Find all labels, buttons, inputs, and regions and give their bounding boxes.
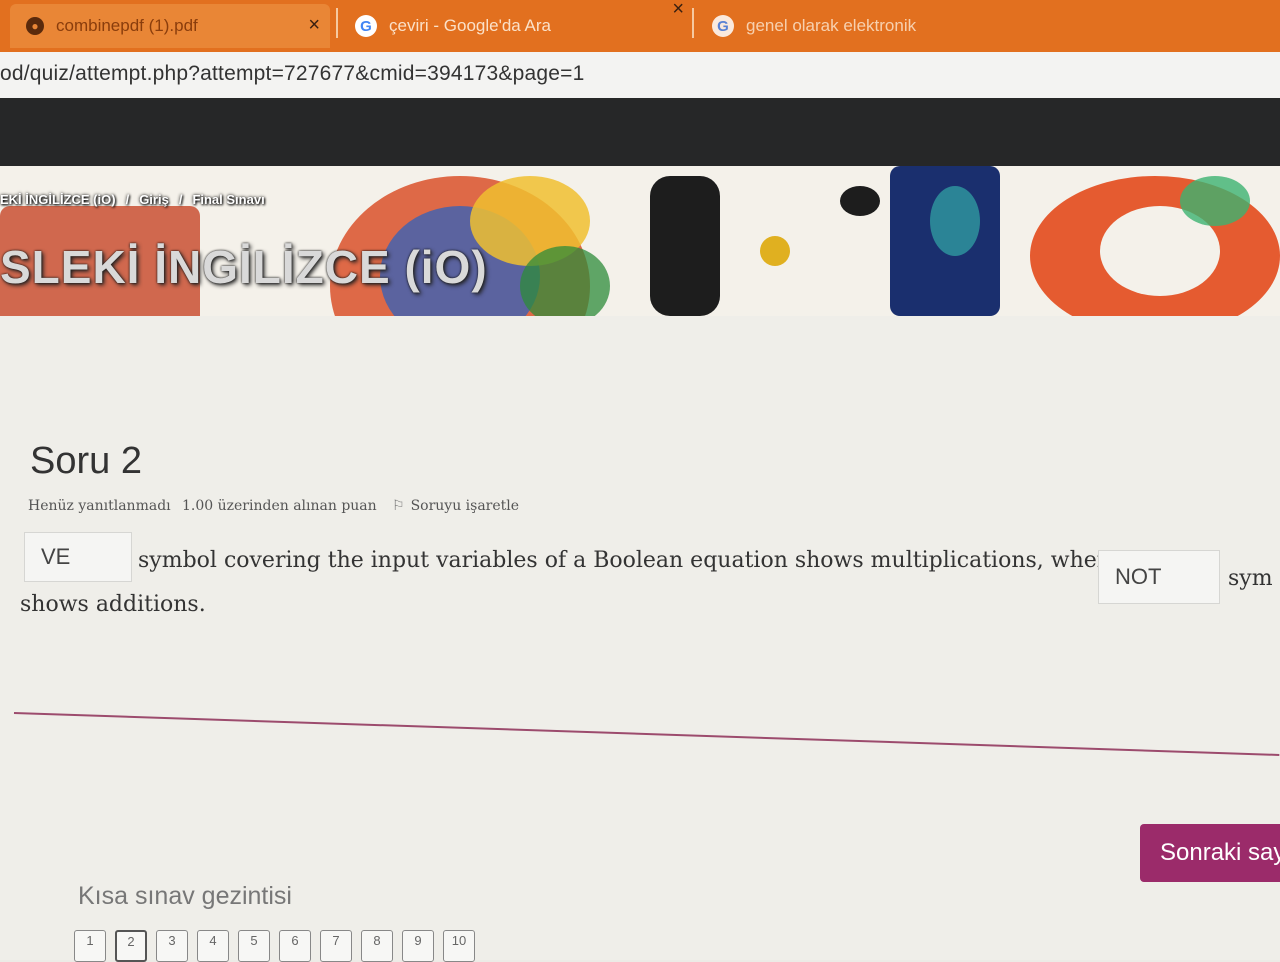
quiz-navigation-title: Kısa sınav gezintisi [78,882,292,910]
flag-question-link[interactable]: ⚐ Soruyu işaretle [392,498,519,514]
course-title: SLEKİ İNGİLİZCE (iO) [0,241,488,293]
quiz-content: Soru 2 Henüz yanıtlanmadı 1.00 üzerinden… [0,316,1280,962]
acrobat-icon: ● [26,17,44,35]
tab-combinepdf[interactable]: ● combinepdf (1).pdf × [10,4,330,48]
section-divider [13,712,1280,756]
paint-splash [1180,176,1250,226]
question-text-part3: shows additions. [20,592,206,617]
tab-ceviri[interactable]: G çeviri - Google'da Ara × [345,0,700,48]
question-title: Soru 2 [30,440,142,482]
breadcrumb-giris[interactable]: Giriş [139,192,169,207]
close-tab-icon[interactable]: × [672,0,684,21]
tab-genel[interactable]: G genel olarak elektronik [706,4,1280,48]
url-text[interactable]: od/quiz/attempt.php?attempt=727677&cmid=… [0,62,584,86]
site-navbar [0,98,1280,166]
tab-separator [336,8,338,38]
breadcrumb-course[interactable]: EKİ İNGİLİZCE (iO) [0,192,116,207]
nav-page-button[interactable]: 1 [74,930,106,962]
close-tab-icon[interactable]: × [308,14,320,37]
answer-input-1[interactable]: VE [24,532,132,582]
breadcrumb-separator: / [125,192,130,207]
flag-label: Soruyu işaretle [410,498,520,514]
course-banner: EKİ İNGİLİZCE (iO) / Giriş / Final Sınavı SL… [0,166,1280,316]
question-text-part2: sym [1228,566,1273,591]
breadcrumb-separator: / [178,192,183,207]
tab-separator [692,8,694,38]
nav-page-button[interactable]: 9 [402,930,434,962]
google-icon: G [355,15,377,37]
tab-title: combinepdf (1).pdf [56,16,198,35]
paint-splash [930,186,980,256]
nav-page-button-current[interactable]: 2 [115,930,147,962]
question-status: Henüz yanıtlanmadı [28,498,171,514]
nav-page-button[interactable]: 8 [361,930,393,962]
nav-page-button[interactable]: 4 [197,930,229,962]
paint-splash [650,176,720,316]
breadcrumb-final-exam[interactable]: Final Sınavı [192,192,264,207]
nav-page-button[interactable]: 3 [156,930,188,962]
question-points: 1.00 üzerinden alınan puan [182,498,377,514]
breadcrumb: EKİ İNGİLİZCE (iO) / Giriş / Final Sınavı [0,192,275,207]
browser-tab-bar: ● combinepdf (1).pdf × G çeviri - Google… [0,0,1280,52]
paint-splash [840,186,880,216]
tab-title: genel olarak elektronik [746,16,917,35]
paint-splash [520,246,610,316]
tab-title: çeviri - Google'da Ara [389,16,551,35]
answer-input-2[interactable]: NOT [1098,550,1220,604]
google-icon: G [712,15,734,37]
nav-page-button[interactable]: 10 [443,930,475,962]
question-text-part1: symbol covering the input variables of a… [138,548,1145,573]
quiz-navigation-grid: 1 2 3 4 5 6 7 8 9 10 [74,930,475,962]
nav-page-button[interactable]: 5 [238,930,270,962]
paint-splash [760,236,790,266]
nav-page-button[interactable]: 6 [279,930,311,962]
nav-page-button[interactable]: 7 [320,930,352,962]
next-page-button[interactable]: Sonraki say [1140,824,1280,882]
flag-icon: ⚐ [392,498,405,514]
address-bar[interactable]: od/quiz/attempt.php?attempt=727677&cmid=… [0,52,1280,98]
